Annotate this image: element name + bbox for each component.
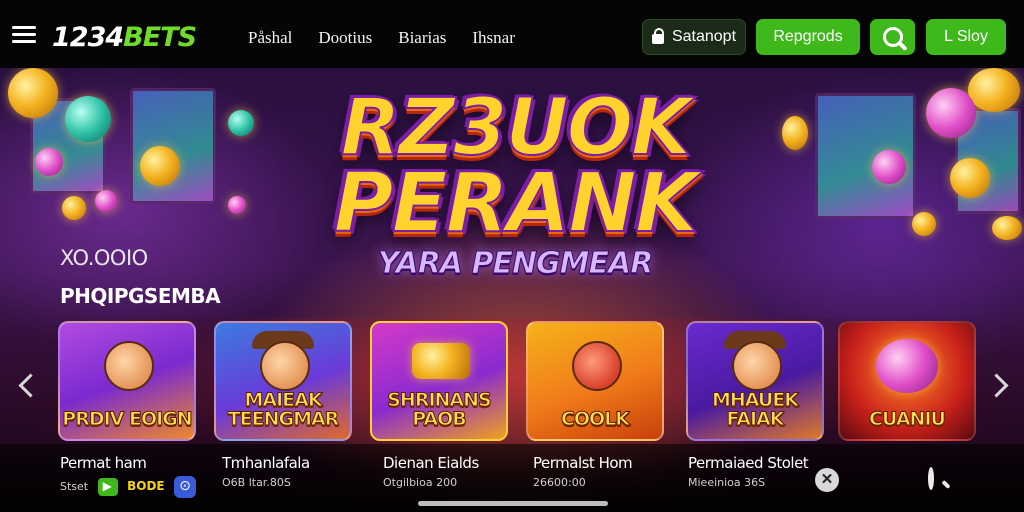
gold-bar-icon bbox=[412, 343, 470, 379]
game-meta-1: Stset BODE bbox=[60, 476, 197, 498]
search-icon bbox=[882, 27, 903, 47]
secure-account-button[interactable]: Satanopt bbox=[642, 19, 746, 55]
game-card-5[interactable]: MHAUEK FAIAK bbox=[686, 321, 824, 441]
game-card-title: MHAUEK FAIAK bbox=[711, 389, 799, 430]
game-card-title: PRDIV EOIGN bbox=[62, 408, 193, 430]
nav-links: Påshal Dootius Biarias Ihsnar bbox=[248, 28, 515, 48]
coin-icon bbox=[8, 68, 58, 118]
game-name-4[interactable]: Permalst Hom bbox=[533, 454, 633, 472]
coin-icon bbox=[95, 190, 117, 212]
coin-icon bbox=[782, 116, 808, 150]
coin-icon bbox=[62, 196, 86, 220]
game-card-title: SHRINANS PAOB bbox=[387, 389, 492, 430]
game-card-2[interactable]: MAIEAK TEENGMAR bbox=[214, 321, 352, 441]
hero-side-text: XO.OOIO PHQIPGSEMBA bbox=[60, 246, 221, 308]
coin-icon bbox=[872, 150, 906, 184]
top-nav-bar: 1234BETS Påshal Dootius Biarias Ihsnar S… bbox=[0, 0, 1024, 68]
secure-account-label: Satanopt bbox=[671, 28, 737, 45]
character-icon bbox=[572, 341, 622, 391]
hero-side-bottom: PHQIPGSEMBA bbox=[60, 284, 221, 308]
nav-link-3[interactable]: Biarias bbox=[398, 28, 446, 48]
coin-icon bbox=[992, 216, 1022, 240]
coin-icon bbox=[968, 68, 1020, 112]
game-card-title: COOLK bbox=[560, 408, 630, 430]
game-meta-text: Stset bbox=[60, 480, 89, 493]
character-icon bbox=[260, 341, 310, 391]
game-card-4[interactable]: COOLK bbox=[526, 321, 664, 441]
chevron-left-icon[interactable] bbox=[12, 368, 40, 404]
close-icon[interactable]: ✕ bbox=[815, 468, 839, 492]
game-name-1[interactable]: Permat ham bbox=[60, 454, 147, 472]
game-name-3[interactable]: Dienan Eialds bbox=[383, 454, 479, 472]
nav-link-4[interactable]: Ihsnar bbox=[472, 28, 514, 48]
home-indicator[interactable] bbox=[418, 501, 608, 506]
info-icon[interactable] bbox=[174, 476, 197, 498]
hero-subtitle: YARA PENGMEAR bbox=[377, 246, 654, 282]
login-label: L Sloy bbox=[944, 28, 988, 45]
coin-icon bbox=[35, 148, 63, 176]
register-button[interactable]: Repgrods bbox=[756, 19, 860, 55]
chevron-right-icon[interactable] bbox=[986, 368, 1014, 404]
coin-icon bbox=[140, 146, 180, 186]
game-card-3[interactable]: SHRINANS PAOB bbox=[370, 321, 508, 441]
character-icon bbox=[732, 341, 782, 391]
nav-link-2[interactable]: Dootius bbox=[318, 28, 372, 48]
game-meta-5: Mieeinioa 36S bbox=[688, 476, 766, 489]
play-icon[interactable] bbox=[97, 478, 118, 496]
coin-icon bbox=[926, 88, 976, 138]
coin-icon bbox=[65, 96, 111, 142]
search-icon bbox=[928, 467, 934, 490]
hamburger-menu-icon[interactable] bbox=[12, 26, 36, 44]
slot-machine-screen bbox=[130, 88, 216, 204]
coin-icon bbox=[228, 110, 254, 136]
game-card-title: MAIEAK TEENGMAR bbox=[227, 389, 340, 430]
chip-icon bbox=[876, 339, 938, 393]
login-button[interactable]: L Sloy bbox=[926, 19, 1006, 55]
nav-link-1[interactable]: Påshal bbox=[248, 28, 292, 48]
lock-icon bbox=[651, 28, 664, 44]
search-button[interactable] bbox=[870, 19, 915, 55]
game-meta-4: 26600:00 bbox=[533, 476, 586, 489]
game-card-1[interactable]: PRDIV EOIGN bbox=[58, 321, 196, 441]
bottom-search-button[interactable] bbox=[928, 467, 934, 490]
hero-title-line-2: PERANK bbox=[333, 156, 700, 251]
game-card-6[interactable]: CUANIU bbox=[838, 321, 976, 441]
logo-number: 1234 bbox=[52, 22, 124, 53]
character-icon bbox=[104, 341, 154, 391]
hero-banner: RZ3UOK PERANK YARA PENGMEAR XO.OOIO PHQI… bbox=[0, 68, 1024, 512]
game-meta-2: O6B ltar.80S bbox=[222, 476, 291, 489]
game-name-2[interactable]: Tmhanlafala bbox=[222, 454, 310, 472]
game-badge: BODE bbox=[127, 479, 165, 493]
hero-side-top: XO.OOIO bbox=[60, 246, 148, 270]
hero-headline: RZ3UOK PERANK YARA PENGMEAR bbox=[300, 87, 730, 282]
game-meta-3: Otgilbioa 200 bbox=[383, 476, 458, 489]
site-logo[interactable]: 1234BETS bbox=[52, 22, 197, 53]
register-label: Repgrods bbox=[773, 28, 843, 45]
logo-brand: BETS bbox=[123, 22, 197, 53]
game-name-5[interactable]: Permaiaed Stolet bbox=[688, 454, 809, 472]
coin-icon bbox=[912, 212, 936, 236]
coin-icon bbox=[228, 196, 246, 214]
game-card-title: CUANIU bbox=[869, 408, 947, 430]
coin-icon bbox=[950, 158, 990, 198]
